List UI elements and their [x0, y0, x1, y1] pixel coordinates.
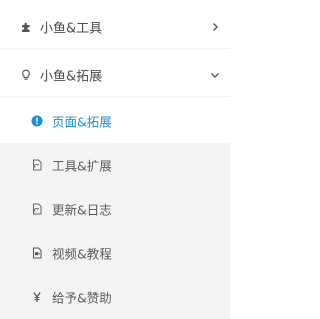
yen-icon — [31, 291, 43, 303]
submenu-item-donate[interactable]: 给予&赞助 — [0, 275, 230, 319]
submenu-extensions: 页面&拓展 工具&扩展 更新&日志 视频&教程 给予&赞助 — [0, 99, 230, 319]
submenu-item-label: 视频&教程 — [52, 246, 112, 262]
submenu-item-label: 工具&扩展 — [52, 158, 112, 174]
submenu-item-video-tutorials[interactable]: 视频&教程 — [0, 231, 230, 275]
puzzle-icon — [20, 21, 32, 33]
right-margin — [230, 0, 246, 319]
menu-item-label: 小鱼&拓展 — [40, 69, 103, 84]
document-icon — [31, 159, 43, 171]
video-file-icon — [31, 247, 43, 259]
submenu-item-label: 页面&拓展 — [52, 114, 112, 130]
chevron-down-icon — [210, 70, 220, 80]
menu-item-label: 小鱼&工具 — [40, 21, 103, 36]
info-circle-icon — [31, 115, 43, 127]
menu-item-tools[interactable]: 小鱼&工具 — [0, 5, 230, 49]
submenu-item-tool-extensions[interactable]: 工具&扩展 — [0, 143, 230, 187]
submenu-item-page-extensions[interactable]: 页面&拓展 — [0, 99, 230, 143]
document-icon — [31, 203, 43, 215]
chevron-right-icon — [210, 22, 220, 32]
menu-item-extensions[interactable]: 小鱼&拓展 — [0, 53, 230, 97]
bulb-icon — [20, 69, 32, 81]
submenu-item-label: 给予&赞助 — [52, 290, 112, 306]
submenu-item-changelog[interactable]: 更新&日志 — [0, 187, 230, 231]
side-menu: 小鱼&工具 小鱼&拓展 页面&拓展 工具&扩展 更新&日志 视频&教程 给予&赞… — [0, 0, 246, 319]
submenu-item-label: 更新&日志 — [52, 202, 112, 218]
